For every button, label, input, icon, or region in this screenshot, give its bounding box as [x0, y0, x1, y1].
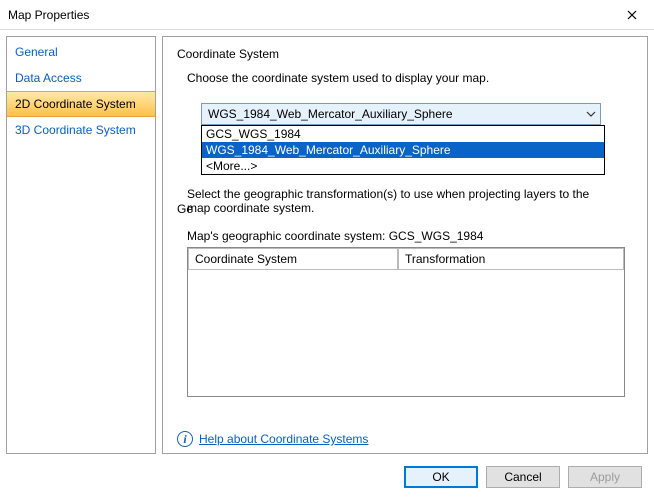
obscured-group-label: Ge — [177, 202, 193, 216]
close-button[interactable] — [609, 0, 654, 30]
cancel-button[interactable]: Cancel — [486, 466, 560, 488]
apply-button[interactable]: Apply — [568, 466, 642, 488]
table-header-coordinate-system[interactable]: Coordinate System — [188, 248, 398, 270]
dropdown-option[interactable]: GCS_WGS_1984 — [202, 126, 604, 142]
main-panel: Coordinate System Choose the coordinate … — [162, 36, 648, 454]
sidebar-item-data-access[interactable]: Data Access — [7, 65, 155, 91]
nav-sidebar: General Data Access 2D Coordinate System… — [6, 36, 156, 454]
group-title: Coordinate System — [177, 47, 633, 61]
dropdown-option[interactable]: WGS_1984_Web_Mercator_Auxiliary_Sphere — [202, 142, 604, 158]
sidebar-item-2d-coordinate-system[interactable]: 2D Coordinate System — [7, 91, 155, 117]
sidebar-item-general[interactable]: General — [7, 39, 155, 65]
help-link[interactable]: Help about Coordinate Systems — [199, 432, 368, 446]
close-icon — [627, 10, 637, 20]
choose-text: Choose the coordinate system used to dis… — [187, 71, 633, 85]
coordinate-system-dropdown[interactable]: WGS_1984_Web_Mercator_Auxiliary_Sphere G… — [201, 103, 601, 125]
sidebar-item-3d-coordinate-system[interactable]: 3D Coordinate System — [7, 117, 155, 143]
table-header-transformation[interactable]: Transformation — [398, 248, 624, 270]
help-row: i Help about Coordinate Systems — [177, 431, 368, 447]
dropdown-selected: WGS_1984_Web_Mercator_Auxiliary_Sphere — [208, 107, 453, 121]
ok-button[interactable]: OK — [404, 466, 478, 488]
dialog-footer: OK Cancel Apply — [0, 460, 654, 494]
transformations-table[interactable]: Coordinate System Transformation — [187, 247, 625, 397]
geographic-cs-label: Map's geographic coordinate system: GCS_… — [187, 229, 633, 243]
dialog-content: General Data Access 2D Coordinate System… — [0, 30, 654, 460]
table-header-row: Coordinate System Transformation — [188, 248, 624, 270]
dropdown-list: GCS_WGS_1984 WGS_1984_Web_Mercator_Auxil… — [201, 125, 605, 175]
window-title: Map Properties — [8, 8, 89, 22]
title-bar: Map Properties — [0, 0, 654, 30]
chevron-down-icon — [586, 109, 596, 119]
info-icon: i — [177, 431, 193, 447]
dropdown-option[interactable]: <More...> — [202, 158, 604, 174]
dropdown-button[interactable]: WGS_1984_Web_Mercator_Auxiliary_Sphere — [201, 103, 601, 125]
select-transformation-text: Select the geographic transformation(s) … — [187, 187, 607, 215]
